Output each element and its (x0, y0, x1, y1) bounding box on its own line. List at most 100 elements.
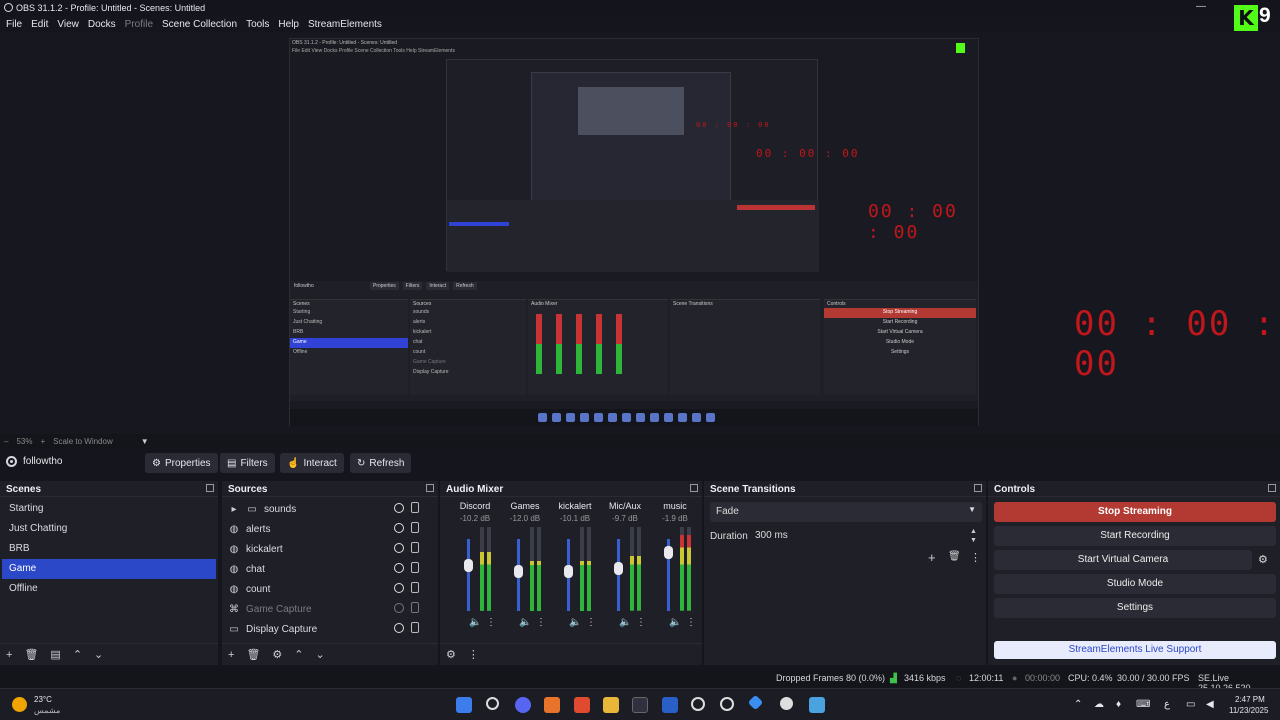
zoom-out-button[interactable]: – (4, 437, 8, 446)
eye-icon[interactable] (394, 563, 404, 573)
filters-button[interactable]: ▤ Filters (220, 453, 275, 473)
preview-canvas[interactable]: OBS 31.1.2 - Profile: Untitled - Scenes:… (0, 32, 1280, 434)
kebab-menu-icon[interactable]: ⋮ (486, 617, 496, 628)
start-virtual-camera-button[interactable]: Start Virtual Camera (994, 550, 1252, 570)
kebab-menu-icon[interactable]: ⋮ (970, 551, 981, 564)
tray-icon[interactable]: ☁ (1094, 699, 1104, 710)
lock-icon[interactable] (411, 602, 419, 613)
app-icon[interactable] (544, 697, 560, 713)
speaker-icon[interactable]: 🔈 (669, 617, 681, 628)
scene-item[interactable]: Just Chatting (2, 519, 216, 539)
kebab-menu-icon[interactable]: ⋮ (636, 617, 646, 628)
volume-slider-handle[interactable] (664, 545, 673, 559)
studio-mode-button[interactable]: Studio Mode (994, 574, 1276, 594)
lock-icon[interactable] (411, 622, 419, 633)
stop-streaming-button[interactable]: Stop Streaming (994, 502, 1276, 522)
move-up-icon[interactable]: ⌃ (73, 648, 82, 661)
lock-icon[interactable] (411, 502, 419, 513)
scene-item[interactable]: Starting (2, 499, 216, 519)
scene-item[interactable]: BRB (2, 539, 216, 559)
gear-icon[interactable]: ⚙ (446, 648, 456, 661)
clock-date[interactable]: 11/23/2025 (1229, 706, 1268, 715)
lock-icon[interactable] (411, 522, 419, 533)
float-icon[interactable] (974, 484, 982, 492)
trash-icon[interactable]: 🗑 (246, 648, 260, 661)
zoom-mode-label[interactable]: Scale to Window (53, 437, 113, 446)
menu-profile[interactable]: Profile (125, 19, 153, 30)
zoom-dropdown-icon[interactable]: ▼ (141, 437, 149, 446)
chevron-up-icon[interactable]: ⌃ (1074, 699, 1082, 710)
menu-file[interactable]: File (6, 19, 22, 30)
menu-help[interactable]: Help (278, 19, 299, 30)
add-icon[interactable]: + (228, 649, 234, 661)
eye-icon[interactable] (394, 503, 404, 513)
filter-icon[interactable]: ▤ (50, 648, 60, 661)
mic-icon[interactable]: ♦ (1116, 699, 1121, 710)
lock-icon[interactable] (411, 542, 419, 553)
source-item[interactable]: ◍ alerts (222, 519, 438, 539)
float-icon[interactable] (206, 484, 214, 492)
move-up-icon[interactable]: ⌃ (294, 648, 303, 661)
volume-slider-handle[interactable] (614, 562, 623, 576)
app-icon[interactable] (809, 697, 825, 713)
kebab-menu-icon[interactable]: ⋮ (586, 617, 596, 628)
eye-icon[interactable] (394, 543, 404, 553)
zoom-in-button[interactable]: + (40, 437, 45, 446)
transition-select[interactable]: Fade ▼ (710, 502, 982, 522)
start-recording-button[interactable]: Start Recording (994, 526, 1276, 546)
volume-slider-handle[interactable] (514, 565, 523, 579)
add-icon[interactable]: + (6, 649, 12, 661)
volume-icon[interactable]: ◀ (1206, 699, 1214, 710)
eye-icon[interactable] (394, 623, 404, 633)
clock-time[interactable]: 2:47 PM (1235, 695, 1265, 704)
eye-icon[interactable] (394, 523, 404, 533)
source-item[interactable]: ◍ chat (222, 559, 438, 579)
settings-icon[interactable] (780, 697, 793, 710)
trash-icon[interactable]: 🗑 (24, 648, 38, 661)
discord-icon[interactable] (515, 697, 531, 713)
app-icon[interactable] (662, 697, 678, 713)
speaker-icon[interactable]: 🔈 (469, 617, 481, 628)
duration-input[interactable]: 300 ms (750, 526, 976, 546)
kebab-menu-icon[interactable]: ⋮ (468, 648, 479, 661)
properties-button[interactable]: ⚙ Properties (145, 453, 218, 473)
eye-slash-icon[interactable] (394, 603, 404, 613)
kebab-menu-icon[interactable]: ⋮ (686, 617, 696, 628)
float-icon[interactable] (1268, 484, 1276, 492)
source-item[interactable]: ◍ count (222, 579, 438, 599)
minimize-button[interactable]: — (1196, 1, 1208, 12)
move-down-icon[interactable]: ⌄ (94, 648, 103, 661)
language-indicator[interactable]: ع (1164, 699, 1170, 710)
float-icon[interactable] (690, 484, 698, 492)
duration-stepper[interactable]: ▲ ▼ (970, 527, 977, 545)
menu-scene-collection[interactable]: Scene Collection (162, 19, 237, 30)
speaker-icon[interactable]: 🔈 (619, 617, 631, 628)
eye-icon[interactable] (394, 583, 404, 593)
float-icon[interactable] (426, 484, 434, 492)
volume-slider-handle[interactable] (464, 558, 473, 572)
windows-start-icon[interactable] (456, 697, 472, 713)
gear-icon[interactable]: ⚙ (272, 648, 282, 661)
menu-tools[interactable]: Tools (246, 19, 269, 30)
menu-docks[interactable]: Docks (88, 19, 116, 30)
brave-icon[interactable] (574, 697, 590, 713)
source-item[interactable]: ▭ Display Capture (222, 619, 438, 639)
source-item[interactable]: ▸ ▭ sounds (222, 499, 438, 519)
streamelements-support-button[interactable]: StreamElements Live Support (994, 641, 1276, 659)
move-down-icon[interactable]: ⌄ (316, 648, 325, 661)
network-icon[interactable]: ▭ (1186, 699, 1195, 710)
menu-streamelements[interactable]: StreamElements (308, 19, 382, 30)
speaker-icon[interactable]: 🔈 (519, 617, 531, 628)
menu-view[interactable]: View (57, 19, 79, 30)
keyboard-icon[interactable]: ⌨ (1136, 699, 1150, 710)
refresh-button[interactable]: ↻ Refresh (350, 453, 412, 473)
interact-button[interactable]: ☝ Interact (280, 453, 344, 473)
virtual-camera-gear-icon[interactable]: ⚙ (1258, 553, 1268, 566)
source-item[interactable]: ◍ kickalert (222, 539, 438, 559)
file-explorer-icon[interactable] (603, 697, 619, 713)
app-icon[interactable] (747, 694, 764, 711)
volume-slider-handle[interactable] (564, 565, 573, 579)
trash-icon[interactable]: 🗑 (948, 551, 961, 562)
obs-taskbar-icon[interactable] (691, 697, 705, 711)
lock-icon[interactable] (411, 562, 419, 573)
